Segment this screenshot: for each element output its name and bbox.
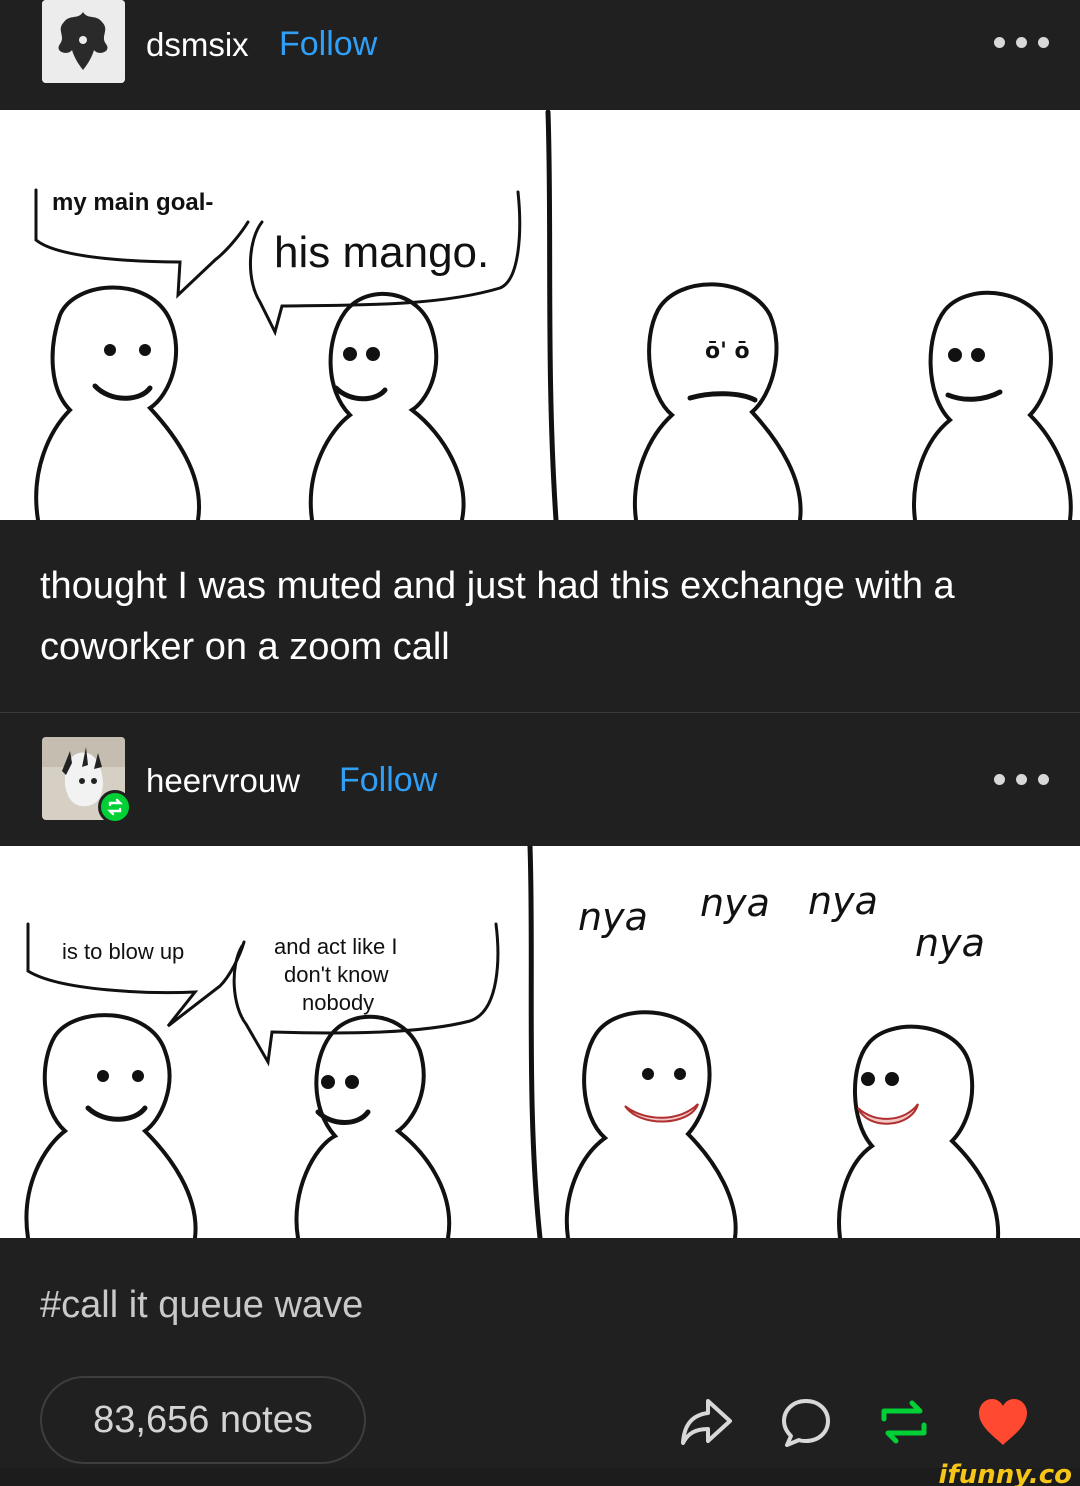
post2-bubble1-text: is to blow up — [62, 939, 184, 964]
post1-bubble1-text: my main goal- — [52, 189, 213, 216]
post2-nya-text-1: nya — [578, 895, 648, 939]
heart-icon[interactable] — [975, 1395, 1031, 1449]
post1-username[interactable]: dsmsix — [146, 26, 249, 64]
post2-comic-image: is to blow up and act like I don't know … — [0, 846, 1080, 1238]
reblog-icon[interactable] — [876, 1395, 932, 1449]
post1-comic-image: my main goal- his mango. ō' ō — [0, 110, 1080, 520]
post2-nya-text-2: nya — [700, 881, 770, 925]
reblog-badge-icon — [98, 790, 132, 824]
post1-header: dsmsix Follow — [0, 0, 1080, 110]
post2-bubble2-line2: don't know — [284, 962, 389, 987]
post-divider — [0, 712, 1080, 713]
post2-bubble2-line3: nobody — [302, 990, 374, 1015]
svg-text:ō' ō: ō' ō — [705, 339, 750, 364]
post2-header: heervrouw Follow — [0, 718, 1080, 846]
post1-more-options-icon[interactable] — [994, 34, 1050, 50]
post1-bubble2-text: his mango. — [274, 228, 489, 277]
post1-follow-button[interactable]: Follow — [279, 25, 377, 64]
notes-count-button[interactable]: 83,656 notes — [40, 1376, 366, 1464]
post2-follow-button[interactable]: Follow — [339, 761, 437, 800]
bottom-strip — [0, 1468, 1080, 1486]
post2-bubble2-line1: and act like I — [274, 934, 398, 959]
post2-username[interactable]: heervrouw — [146, 762, 300, 800]
share-icon[interactable] — [678, 1395, 734, 1449]
post1-avatar[interactable] — [42, 0, 125, 83]
ifunny-watermark: ifunny.co — [938, 1460, 1072, 1486]
post1-caption: thought I was muted and just had this ex… — [40, 565, 955, 668]
post2-tag[interactable]: #call it queue wave — [40, 1284, 363, 1327]
post2-nya-text-3: nya — [808, 879, 878, 923]
comment-icon[interactable] — [778, 1395, 834, 1449]
post2-more-options-icon[interactable] — [994, 771, 1050, 787]
post2-nya-text-4: nya — [915, 921, 985, 965]
